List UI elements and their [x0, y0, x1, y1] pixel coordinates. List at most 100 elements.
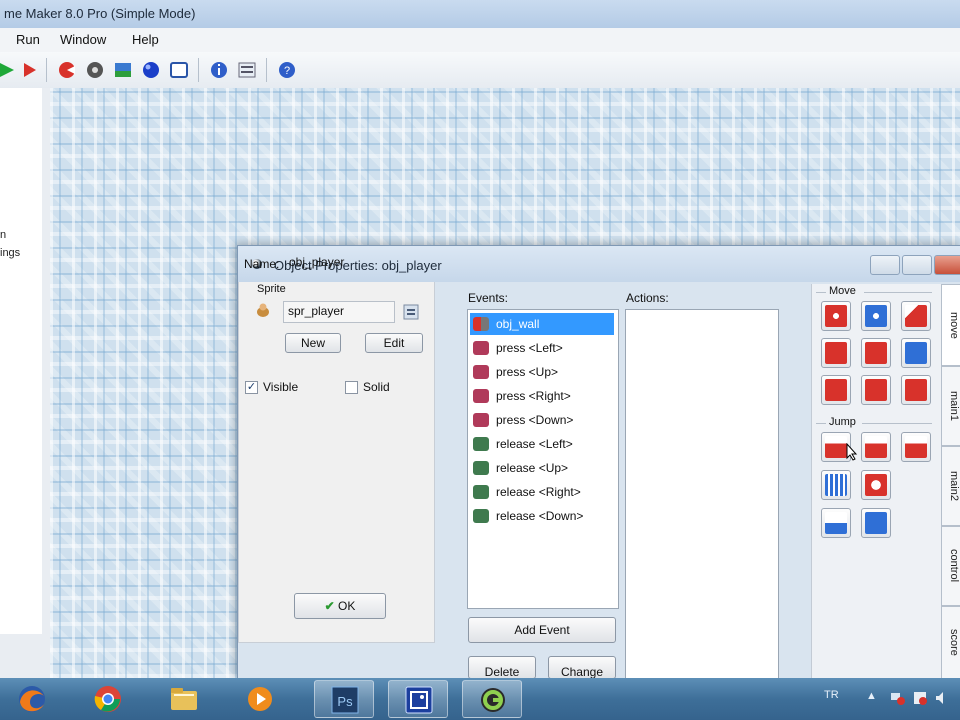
action-center-icon[interactable] [912, 690, 928, 706]
event-item[interactable]: obj_wall [470, 313, 614, 335]
name-label: Name: [244, 257, 280, 271]
event-item[interactable]: press <Right> [470, 385, 614, 407]
global-settings-icon[interactable] [236, 59, 258, 81]
tray-arrow-icon[interactable]: ▲ [866, 690, 877, 702]
photoshop-icon: Ps [331, 686, 359, 714]
actions-label: Actions: [626, 291, 669, 305]
tree-item-fragment[interactable]: n [0, 229, 6, 241]
add-sprite-icon[interactable] [56, 59, 78, 81]
move-free-button[interactable] [861, 301, 891, 331]
group-line [816, 423, 826, 424]
add-object-icon[interactable] [140, 59, 162, 81]
event-item[interactable]: release <Left> [470, 433, 614, 455]
new-sprite-button[interactable]: New [285, 333, 341, 353]
taskbar: Ps TR ▲ [0, 678, 960, 720]
toolbar: ? [0, 52, 960, 89]
chrome-icon [94, 686, 121, 712]
maximize-button[interactable] [902, 255, 932, 275]
event-item[interactable]: press <Up> [470, 361, 614, 383]
splitter[interactable] [42, 88, 50, 678]
media-player-icon [248, 687, 272, 711]
visible-checkbox[interactable]: ✓ [245, 381, 258, 394]
run-debug-icon[interactable] [18, 59, 40, 81]
toolbar-separator [46, 58, 47, 82]
help-icon[interactable]: ? [276, 59, 298, 81]
move-to-contact-button[interactable] [821, 508, 851, 538]
taskbar-game-maker[interactable] [388, 680, 448, 718]
add-event-button[interactable]: Add Event [468, 617, 616, 643]
menu-run[interactable]: Run [16, 32, 40, 47]
svg-text:Ps: Ps [337, 694, 353, 709]
group-line [864, 292, 932, 293]
sprite-select[interactable]: spr_player [283, 301, 395, 323]
events-list[interactable]: obj_wall press <Left> press <Up> press <… [467, 309, 619, 609]
taskbar-explorer[interactable] [154, 680, 214, 718]
taskbar-media-player[interactable] [230, 680, 290, 718]
title-bar: me Maker 8.0 Pro (Simple Mode) [0, 0, 960, 29]
reverse-horizontal-button[interactable] [821, 375, 851, 405]
event-item[interactable]: release <Up> [470, 457, 614, 479]
event-item[interactable]: release <Down> [470, 505, 614, 527]
minimize-button[interactable] [870, 255, 900, 275]
tab-control[interactable]: control [941, 526, 960, 606]
resource-tree: n ings [0, 88, 43, 634]
firefox-icon [19, 686, 45, 712]
menu-help[interactable]: Help [132, 32, 159, 47]
bounce-button[interactable] [861, 508, 891, 538]
tab-move[interactable]: move [941, 284, 960, 366]
tray-language[interactable]: TR [824, 689, 839, 701]
network-icon[interactable] [890, 690, 906, 706]
taskbar-photoshop[interactable]: Ps [314, 680, 374, 718]
reverse-vertical-button[interactable] [861, 375, 891, 405]
jump-to-start-button[interactable] [861, 432, 891, 462]
tab-main1[interactable]: main1 [941, 366, 960, 446]
menu-window[interactable]: Window [60, 32, 106, 47]
set-gravity-button[interactable] [901, 338, 931, 368]
svg-text:?: ? [284, 65, 290, 77]
tab-score[interactable]: score [941, 606, 960, 679]
run-icon[interactable] [0, 59, 18, 81]
solid-checkbox[interactable] [345, 381, 358, 394]
checkmark-icon: ✔ [324, 599, 335, 613]
key-release-icon [473, 509, 489, 523]
taskbar-firefox[interactable] [2, 680, 62, 718]
jump-to-random-button[interactable] [901, 432, 931, 462]
event-item[interactable]: release <Right> [470, 481, 614, 503]
menu-bar: Run Window Help [0, 28, 960, 53]
add-background-icon[interactable] [112, 59, 134, 81]
window-title: me Maker 8.0 Pro (Simple Mode) [4, 6, 196, 21]
wrap-screen-button[interactable] [861, 470, 891, 500]
key-release-icon [473, 461, 489, 475]
align-to-grid-button[interactable] [821, 470, 851, 500]
delete-event-button[interactable]: Delete [468, 656, 536, 679]
tab-main2[interactable]: main2 [941, 446, 960, 526]
sprite-menu-icon[interactable] [403, 304, 419, 320]
taskbar-chrome[interactable] [78, 680, 138, 718]
events-label: Events: [468, 291, 509, 305]
volume-icon[interactable] [934, 690, 950, 706]
event-item[interactable]: press <Left> [470, 337, 614, 359]
key-press-icon [473, 413, 489, 427]
add-sound-icon[interactable] [84, 59, 106, 81]
key-press-icon [473, 341, 489, 355]
add-room-icon[interactable] [168, 59, 190, 81]
move-fixed-button[interactable] [821, 301, 851, 331]
name-value: obj_player [289, 255, 345, 269]
mouse-cursor-icon [846, 443, 858, 461]
name-field[interactable]: obj_player [284, 252, 396, 274]
ok-button[interactable]: ✔ OK [294, 593, 386, 619]
speed-vertical-button[interactable] [861, 338, 891, 368]
event-item[interactable]: press <Down> [470, 409, 614, 431]
change-event-button[interactable]: Change [548, 656, 616, 679]
taskbar-gm-logo[interactable] [462, 680, 522, 718]
sprite-group-label: Sprite [257, 283, 286, 295]
actions-list[interactable] [625, 309, 779, 681]
group-line [816, 292, 826, 293]
edit-sprite-button[interactable]: Edit [365, 333, 423, 353]
set-friction-button[interactable] [901, 375, 931, 405]
speed-horizontal-button[interactable] [821, 338, 851, 368]
tree-item-fragment[interactable]: ings [0, 247, 20, 259]
close-button[interactable] [934, 255, 960, 275]
game-info-icon[interactable] [208, 59, 230, 81]
move-towards-button[interactable] [901, 301, 931, 331]
